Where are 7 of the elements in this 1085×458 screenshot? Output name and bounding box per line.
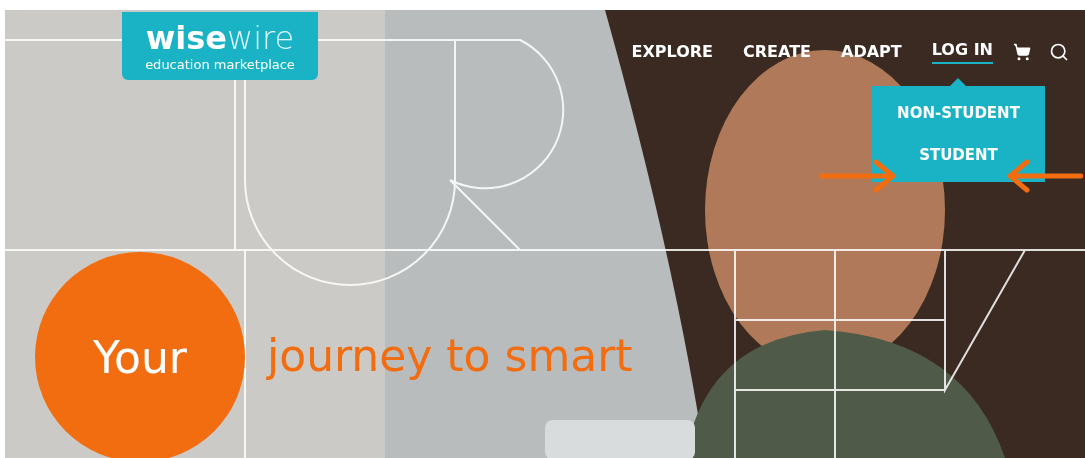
headline-text: journey to smart — [267, 329, 633, 381]
logo-wordmark: wisewire — [145, 20, 295, 55]
nav-link[interactable]: LOG IN — [931, 40, 993, 64]
nav-link[interactable]: CREATE — [743, 41, 812, 63]
nav-link[interactable]: ADAPT — [841, 41, 902, 63]
nav-link[interactable]: EXPLORE — [631, 41, 714, 63]
logo-tagline: education marketplace — [145, 56, 295, 72]
